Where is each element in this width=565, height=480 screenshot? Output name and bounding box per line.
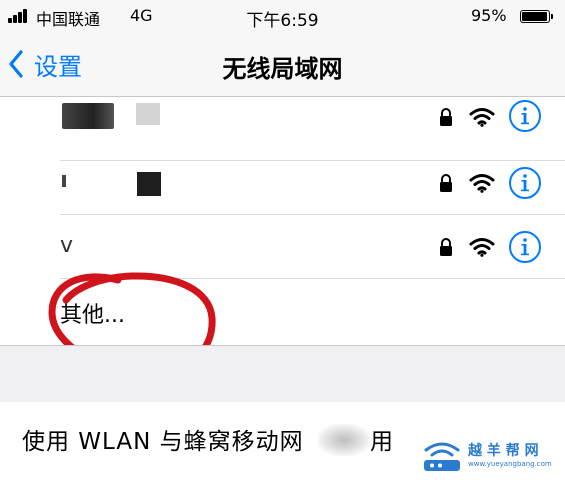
wifi-icon [469, 238, 495, 257]
lock-icon [440, 108, 452, 126]
redacted-name [137, 172, 161, 196]
info-icon[interactable] [508, 99, 542, 133]
network-name: v [60, 233, 74, 258]
router-logo-icon [424, 442, 460, 471]
redacted-name [136, 103, 160, 125]
lock-icon [440, 238, 452, 256]
status-bar: 中国联通 4G 下午6:59 95% [0, 0, 565, 34]
battery-tip [551, 14, 553, 19]
other-network-row[interactable]: 其他... [0, 279, 565, 345]
wlan-cellular-label-tail: 用 [370, 429, 394, 455]
battery-icon [520, 10, 550, 23]
watermark-url: www.yueyangbang.com [468, 460, 552, 468]
navigation-bar: 设置 无线局域网 [0, 34, 565, 97]
section-spacer [0, 345, 565, 403]
info-icon[interactable] [508, 166, 542, 200]
info-icon[interactable] [508, 230, 542, 264]
wlan-cellular-label: 使用 WLAN 与蜂窝移动网 [22, 429, 304, 455]
network-row[interactable] [0, 151, 565, 215]
wifi-icon [469, 174, 495, 193]
other-network-label: 其他... [60, 303, 125, 328]
redacted-name [62, 175, 66, 187]
lock-icon [440, 174, 452, 192]
network-row[interactable]: v [0, 215, 565, 279]
redacted-name [62, 103, 114, 129]
watermark-text: 越 羊 帮 网 [468, 443, 539, 459]
wifi-icon [469, 108, 495, 127]
network-list: v 其他... [0, 97, 565, 345]
page-title: 无线局域网 [222, 55, 343, 83]
obscured-text [318, 424, 370, 456]
battery-percent: 95% [471, 6, 507, 25]
watermark: 越 羊 帮 网 www.yueyangbang.com [420, 438, 560, 476]
